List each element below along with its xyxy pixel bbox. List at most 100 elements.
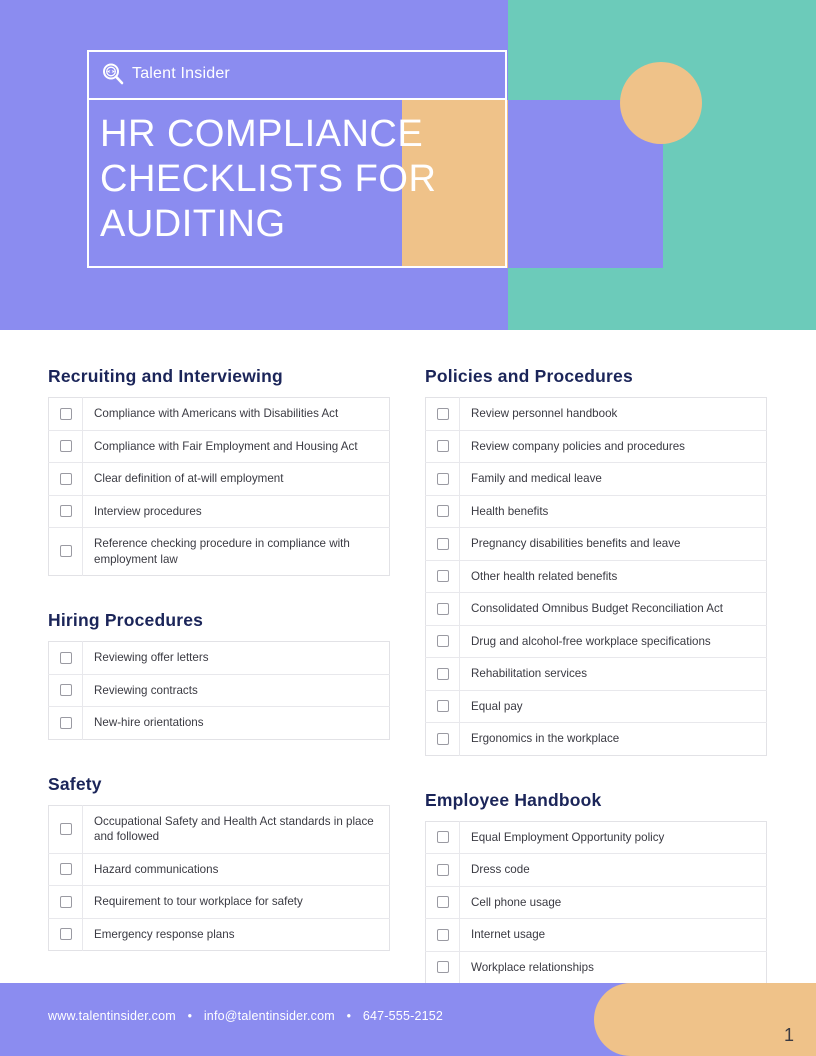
checklist-item-label: Hazard communications <box>94 862 219 876</box>
footer-website[interactable]: www.talentinsider.com <box>48 1009 176 1023</box>
checklist-row[interactable]: Reviewing contracts <box>48 674 390 707</box>
checkbox-cell[interactable] <box>425 886 460 919</box>
checkbox[interactable] <box>436 505 449 518</box>
checkbox-cell[interactable] <box>48 462 83 495</box>
checklist-row[interactable]: Reference checking procedure in complian… <box>48 527 390 576</box>
checklist-row[interactable]: Clear definition of at-will employment <box>48 462 390 495</box>
checkbox[interactable] <box>436 570 449 583</box>
checklist-row[interactable]: Occupational Safety and Health Act stand… <box>48 805 390 853</box>
checkbox-cell[interactable] <box>425 853 460 886</box>
section-title: Recruiting and Interviewing <box>48 366 283 386</box>
checkbox[interactable] <box>59 545 72 558</box>
checklist-row[interactable]: Interview procedures <box>48 495 390 528</box>
page-footer: www.talentinsider.com • info@talentinsid… <box>0 983 816 1056</box>
checkbox[interactable] <box>59 716 72 729</box>
checkbox[interactable] <box>59 407 72 420</box>
checklist-row[interactable]: New-hire orientations <box>48 706 390 739</box>
checklist-item-label: Other health related benefits <box>471 569 618 583</box>
checkbox[interactable] <box>436 700 449 713</box>
checklist-section: Employee Handbook Equal Employment Opport… <box>425 762 767 1017</box>
checkbox[interactable] <box>436 961 449 974</box>
checkbox-cell[interactable] <box>48 430 83 463</box>
checkbox-cell[interactable] <box>425 430 460 463</box>
checkbox-cell[interactable] <box>425 625 460 658</box>
checkbox-cell[interactable] <box>425 592 460 625</box>
checkbox[interactable] <box>59 928 72 941</box>
checklist-item-label: Cell phone usage <box>471 895 562 909</box>
checkbox-cell[interactable] <box>48 495 83 528</box>
checkbox[interactable] <box>59 440 72 453</box>
checkbox-cell[interactable] <box>48 918 83 951</box>
checkbox-cell[interactable] <box>48 527 83 576</box>
checkbox-cell[interactable] <box>48 397 83 430</box>
checklist-row[interactable]: Consolidated Omnibus Budget Reconciliati… <box>425 592 767 625</box>
checkbox-cell[interactable] <box>425 397 460 430</box>
checklist-row[interactable]: Family and medical leave <box>425 462 767 495</box>
checkbox-cell[interactable] <box>425 495 460 528</box>
checklist-row[interactable]: Reviewing offer letters <box>48 641 390 674</box>
checkbox[interactable] <box>59 472 72 485</box>
checkbox[interactable] <box>59 822 72 835</box>
checkbox[interactable] <box>59 863 72 876</box>
checklist-section: Policies and Procedures Review personnel … <box>425 330 767 756</box>
footer-email[interactable]: info@talentinsider.com <box>204 1009 335 1023</box>
page-number: 1 <box>783 1025 794 1045</box>
checkbox[interactable] <box>436 831 449 844</box>
checkbox-cell[interactable] <box>425 951 460 984</box>
checklist-table: Reviewing offer letters Reviewing contrac… <box>48 641 390 740</box>
checklist-row[interactable]: Health benefits <box>425 495 767 528</box>
checkbox[interactable] <box>59 651 72 664</box>
checkbox-cell[interactable] <box>48 853 83 886</box>
checkbox[interactable] <box>436 440 449 453</box>
checkbox[interactable] <box>436 896 449 909</box>
checklist-row[interactable]: Review company policies and procedures <box>425 430 767 463</box>
checklist-row[interactable]: Internet usage <box>425 918 767 951</box>
page-title: HR COMPLIANCE CHECKLISTS FOR AUDITING <box>100 113 437 245</box>
checkbox[interactable] <box>436 472 449 485</box>
checkbox-cell[interactable] <box>425 918 460 951</box>
footer-phone: 647-555-2152 <box>362 1009 444 1023</box>
checkbox-cell[interactable] <box>48 674 83 707</box>
checkbox-cell[interactable] <box>425 821 460 854</box>
checkbox[interactable] <box>436 602 449 615</box>
checklist-row[interactable]: Equal Employment Opportunity policy <box>425 821 767 854</box>
checklist-row[interactable]: Emergency response plans <box>48 918 390 951</box>
checkbox-cell[interactable] <box>48 641 83 674</box>
checklist-row[interactable]: Cell phone usage <box>425 886 767 919</box>
checklist-row[interactable]: Other health related benefits <box>425 560 767 593</box>
checklist-item-label: Dress code <box>471 863 530 876</box>
checklist-row[interactable]: Review personnel handbook <box>425 397 767 430</box>
checklist-row[interactable]: Requirement to tour workplace for safety <box>48 885 390 918</box>
checklist-row[interactable]: Rehabilitation services <box>425 657 767 690</box>
checkbox-cell[interactable] <box>425 657 460 690</box>
checklist-row[interactable]: Pregnancy disabilities benefits and leav… <box>425 527 767 560</box>
checkbox-cell[interactable] <box>425 690 460 723</box>
checklist-row[interactable]: Compliance with Americans with Disabilit… <box>48 397 390 430</box>
checkbox-cell[interactable] <box>425 527 460 560</box>
footer-separator-2: • <box>346 1009 352 1023</box>
checklist-row[interactable]: Equal pay <box>425 690 767 723</box>
checkbox-cell[interactable] <box>48 885 83 918</box>
checkbox[interactable] <box>436 407 449 420</box>
checkbox[interactable] <box>436 635 449 648</box>
checklist-row[interactable]: Ergonomics in the workplace <box>425 722 767 755</box>
checkbox[interactable] <box>436 732 449 745</box>
checkbox[interactable] <box>436 537 449 550</box>
checkbox[interactable] <box>436 928 449 941</box>
checkbox-cell[interactable] <box>425 560 460 593</box>
checkbox-cell[interactable] <box>425 462 460 495</box>
checklist-row[interactable]: Workplace relationships <box>425 951 767 984</box>
checkbox[interactable] <box>59 895 72 908</box>
checkbox-cell[interactable] <box>48 805 83 853</box>
checklist-row[interactable]: Hazard communications <box>48 853 390 886</box>
checklist-row[interactable]: Dress code <box>425 853 767 886</box>
checklist-section: Recruiting and Interviewing Compliance wi… <box>48 330 390 576</box>
checklist-row[interactable]: Drug and alcohol-free workplace specific… <box>425 625 767 658</box>
checkbox[interactable] <box>59 684 72 697</box>
checkbox-cell[interactable] <box>425 722 460 755</box>
checkbox[interactable] <box>436 667 449 680</box>
checkbox[interactable] <box>436 863 449 876</box>
checklist-row[interactable]: Compliance with Fair Employment and Hous… <box>48 430 390 463</box>
checkbox[interactable] <box>59 505 72 518</box>
checkbox-cell[interactable] <box>48 706 83 739</box>
